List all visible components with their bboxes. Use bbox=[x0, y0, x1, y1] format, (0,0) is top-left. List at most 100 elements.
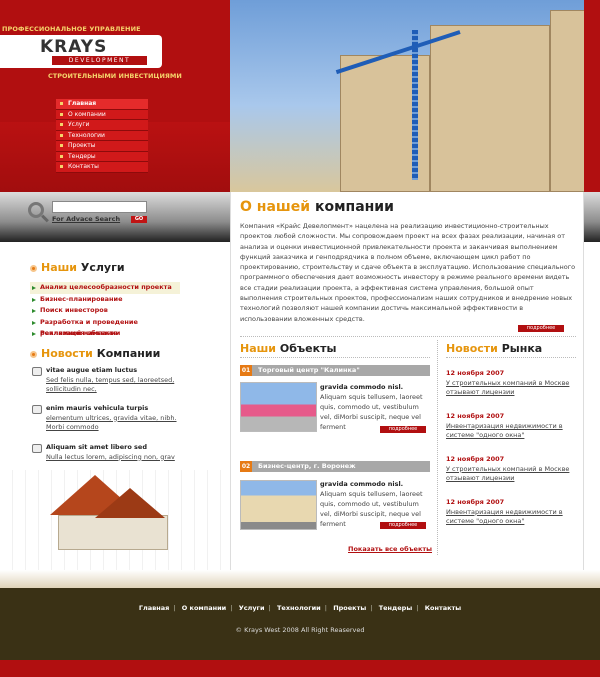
news-headline: Aliquam sit amet libero sed bbox=[32, 443, 192, 453]
market-title-highlight: Новости bbox=[446, 342, 498, 355]
search-icon bbox=[28, 202, 44, 218]
company-news-rest: Компании bbox=[96, 347, 161, 360]
nav-item-contacts[interactable]: Контакты bbox=[56, 162, 148, 173]
hero-construction-image bbox=[230, 0, 584, 192]
service-item[interactable]: Поиск инвесторов bbox=[30, 305, 180, 317]
nav-item-technologies[interactable]: Технологии bbox=[56, 130, 148, 141]
news-date: 12 ноября 2007 bbox=[446, 455, 505, 463]
object-photo-voronezh[interactable] bbox=[240, 480, 317, 530]
services-title-rest: Услуги bbox=[80, 261, 125, 274]
market-news-item[interactable]: 12 ноября 2007 У строительных компаний в… bbox=[446, 369, 576, 398]
news-link[interactable]: У строительных компаний в Москве отзываю… bbox=[446, 379, 576, 398]
object-photo-kalinka[interactable] bbox=[240, 382, 317, 432]
about-text: Компания «Крайс Девелопмент» нацелена на… bbox=[240, 222, 576, 323]
header-edge bbox=[584, 0, 600, 192]
market-news-item[interactable]: 12 ноября 2007 Инвентаризация недвижимос… bbox=[446, 412, 576, 441]
footer-link-services[interactable]: Услуги bbox=[239, 604, 265, 612]
about-more-button[interactable]: подробнее bbox=[518, 325, 564, 332]
footer-link-about[interactable]: О компании bbox=[182, 604, 226, 612]
footer-link-technologies[interactable]: Технологии bbox=[277, 604, 321, 612]
market-title: Новости Рынка bbox=[446, 342, 542, 355]
object-header[interactable]: 02 Бизнес-центр, г. Воронеж bbox=[240, 461, 430, 472]
service-item[interactable]: Бизнес-планирование bbox=[30, 294, 180, 306]
news-body[interactable]: sollicitudin nec, bbox=[32, 385, 192, 395]
news-date: 12 ноября 2007 bbox=[446, 498, 505, 506]
nav-item-home[interactable]: Главная bbox=[56, 99, 148, 110]
market-news-item[interactable]: 12 ноября 2007 У строительных компаний в… bbox=[446, 455, 576, 484]
object-more-button[interactable]: подробнее bbox=[380, 426, 426, 433]
nav-item-about[interactable]: О компании bbox=[56, 109, 148, 120]
news-body[interactable]: Nulla lectus lorem, adipiscing non, grav bbox=[32, 453, 192, 463]
company-news-item[interactable]: Aliquam sit amet libero sed Nulla lectus… bbox=[32, 443, 192, 462]
footer-link-tenders[interactable]: Тендеры bbox=[379, 604, 413, 612]
news-date: 12 ноября 2007 bbox=[446, 369, 505, 377]
divider bbox=[240, 357, 430, 358]
company-news-item[interactable]: vitae augue etiam luctus Sed felis nulla… bbox=[32, 366, 192, 395]
news-body[interactable]: Morbi commodo bbox=[32, 423, 192, 433]
company-news-title: Новости Компании bbox=[30, 347, 160, 360]
news-link[interactable]: У строительных компаний в Москве отзываю… bbox=[446, 465, 576, 484]
services-title-highlight: Наши bbox=[41, 261, 78, 274]
logo-text: KRAYS bbox=[40, 37, 108, 57]
column-separator bbox=[437, 340, 438, 555]
object-bold-text: gravida commodo nisl. bbox=[320, 480, 404, 488]
main-nav: Главная О компании Услуги Технологии Про… bbox=[56, 99, 148, 173]
nav-item-services[interactable]: Услуги bbox=[56, 120, 148, 131]
advance-search-link[interactable]: For Advace Search bbox=[52, 215, 120, 223]
service-item[interactable]: Разработка и проведение рекламной кампан… bbox=[30, 317, 180, 337]
news-date: 12 ноября 2007 bbox=[446, 412, 505, 420]
footer-link-home[interactable]: Главная bbox=[139, 604, 169, 612]
search-input[interactable] bbox=[52, 201, 147, 213]
nav-item-projects[interactable]: Проекты bbox=[56, 141, 148, 152]
news-link[interactable]: Инвентаризация недвижимости в системе "о… bbox=[446, 508, 576, 527]
page: ПРОФЕССИОНАЛЬНОЕ УПРАВЛЕНИЕ KRAYS DEVELO… bbox=[0, 0, 600, 677]
show-all-objects-link[interactable]: Показать все объекты bbox=[348, 545, 432, 553]
footer-link-contacts[interactable]: Контакты bbox=[425, 604, 461, 612]
building-shape bbox=[430, 25, 550, 192]
nav-item-tenders[interactable]: Тендеры bbox=[56, 151, 148, 162]
object-number: 02 bbox=[240, 461, 252, 472]
news-body[interactable]: Sed felis nulla, tempus sed, laoreetsed, bbox=[32, 376, 192, 386]
object-header[interactable]: 01 Торговый центр "Калинка" bbox=[240, 365, 430, 376]
service-item[interactable]: Реализация объекта bbox=[30, 328, 180, 340]
object-bold-text: gravida commodo nisl. bbox=[320, 383, 404, 391]
house-body-shape bbox=[58, 515, 168, 550]
tagline-top: ПРОФЕССИОНАЛЬНОЕ УПРАВЛЕНИЕ bbox=[2, 25, 141, 33]
footer-nav: Главная | О компании | Услуги | Технологии |… bbox=[138, 604, 462, 612]
footer bbox=[0, 588, 600, 660]
logo-subtitle: DEVELOPMENT bbox=[52, 56, 147, 65]
search-go-button[interactable]: GO bbox=[131, 216, 147, 223]
bullet-icon bbox=[30, 350, 37, 358]
divider bbox=[240, 336, 576, 337]
bullet-icon bbox=[30, 264, 37, 272]
news-headline: enim mauris vehicula turpis bbox=[32, 404, 192, 414]
services-title: Наши Услуги bbox=[30, 261, 125, 274]
divider bbox=[446, 357, 576, 358]
company-news-item[interactable]: enim mauris vehicula turpis elementum ul… bbox=[32, 404, 192, 433]
objects-title: Наши Объекты bbox=[240, 342, 336, 355]
news-link[interactable]: Инвентаризация недвижимости в системе "о… bbox=[446, 422, 576, 441]
object-label: Торговый центр "Калинка" bbox=[258, 366, 360, 374]
object-more-button[interactable]: подробнее bbox=[380, 522, 426, 529]
objects-title-rest: Объекты bbox=[279, 342, 337, 355]
service-item[interactable]: Анализ целесообразности проекта bbox=[30, 282, 180, 294]
news-headline: vitae augue etiam luctus bbox=[32, 366, 192, 376]
about-title-highlight: О нашей bbox=[240, 199, 311, 215]
about-title: О нашей компании bbox=[240, 199, 394, 215]
footer-bottom-band bbox=[0, 660, 600, 677]
tagline-bottom: СТРОИТЕЛЬНЫМИ ИНВЕСТИЦИЯМИ bbox=[48, 72, 182, 80]
object-label: Бизнес-центр, г. Воронеж bbox=[258, 462, 356, 470]
copyright: © Krays West 2008 All Right Reaserved bbox=[235, 626, 365, 634]
objects-title-highlight: Наши bbox=[240, 342, 277, 355]
footer-link-projects[interactable]: Проекты bbox=[333, 604, 366, 612]
news-body[interactable]: elementum ultrices, gravida vitae, nibh. bbox=[32, 414, 192, 424]
crane-icon bbox=[412, 30, 418, 180]
object-description: gravida commodo nisl. Aliquam squis tell… bbox=[320, 382, 428, 432]
about-title-rest: компании bbox=[314, 199, 394, 215]
company-news-highlight: Новости bbox=[41, 347, 93, 360]
logo[interactable]: KRAYS DEVELOPMENT bbox=[0, 35, 162, 68]
market-news-item[interactable]: 12 ноября 2007 Инвентаризация недвижимос… bbox=[446, 498, 576, 527]
house-roof-shape bbox=[95, 488, 165, 518]
footer-divider bbox=[0, 570, 600, 588]
services-list: Анализ целесообразности проекта Бизнес-п… bbox=[30, 282, 180, 340]
